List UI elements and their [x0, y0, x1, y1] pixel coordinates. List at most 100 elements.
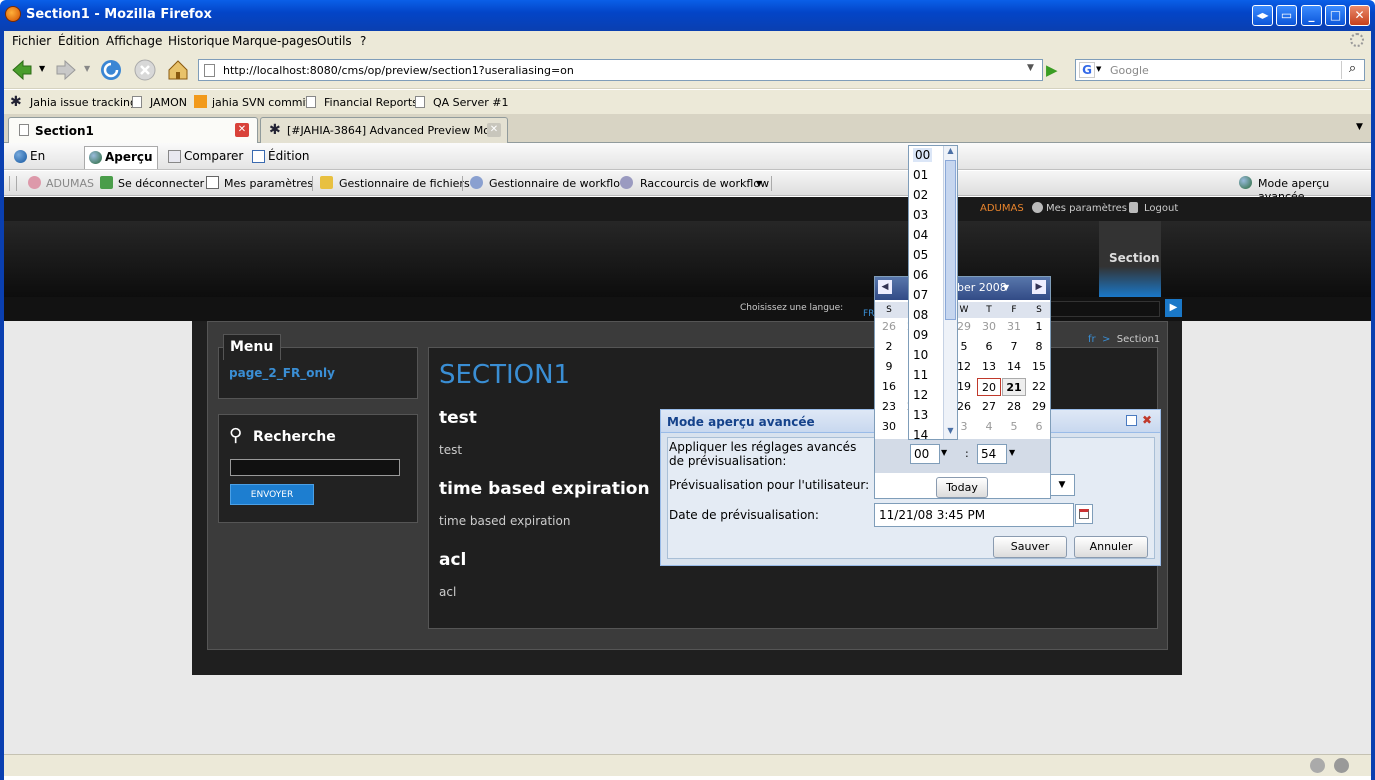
close-tab-icon[interactable]: ✕ — [487, 123, 501, 137]
scrollbar[interactable]: ▲ ▼ — [943, 146, 957, 439]
back-dropdown-icon[interactable]: ▼ — [39, 64, 45, 73]
calendar-day[interactable]: 31 — [1002, 318, 1026, 336]
calendar-day[interactable]: 23 — [877, 398, 901, 416]
hour-option[interactable]: 03 — [913, 208, 928, 222]
workflow-manager-link[interactable]: Gestionnaire de workflow — [489, 177, 629, 190]
close-tab-icon[interactable]: ✕ — [235, 123, 249, 137]
tab-comparer[interactable]: Comparer — [164, 146, 243, 169]
tab-comparer-label[interactable]: Comparer — [184, 149, 243, 163]
bookmark-qa-server[interactable]: QA Server #1 — [433, 96, 508, 109]
tab-apercu[interactable]: Aperçu — [84, 146, 158, 169]
tab-section1[interactable]: Section1 ✕ — [8, 117, 258, 143]
nav-tab-section[interactable]: Section — [1099, 221, 1161, 297]
calendar-day[interactable]: 2 — [877, 338, 901, 356]
search-bar[interactable]: G ▼ Google ⌕ — [1075, 59, 1365, 81]
cancel-button[interactable]: Annuler — [1074, 536, 1148, 558]
close-button[interactable]: ✕ — [1349, 5, 1370, 26]
calendar-day[interactable]: 30 — [877, 418, 901, 436]
tab-label[interactable]: [#JAHIA-3864] Advanced Preview Mo... — [287, 124, 500, 137]
restore-down-icon[interactable]: ◂▸ — [1252, 5, 1273, 26]
maximize-button[interactable]: □ — [1325, 5, 1346, 26]
calendar-day[interactable]: 22 — [1027, 378, 1051, 396]
hour-option[interactable]: 00 — [913, 148, 933, 162]
google-icon[interactable]: G — [1079, 62, 1095, 78]
calendar-icon[interactable] — [1079, 509, 1089, 519]
hour-option[interactable]: 02 — [913, 188, 928, 202]
calendar-day[interactable]: 28 — [1002, 398, 1026, 416]
tab-label[interactable]: Section1 — [35, 124, 94, 138]
search-submit-button[interactable]: ENVOYER — [230, 484, 314, 505]
calendar-day[interactable]: 6 — [977, 338, 1001, 356]
calendar-day[interactable]: 26 — [877, 318, 901, 336]
month-label[interactable]: ber 2008 — [957, 281, 1007, 294]
site-settings-link[interactable]: Mes paramètres — [1046, 203, 1127, 214]
menu-fichier[interactable]: Fichier — [12, 34, 51, 48]
no-script-icon[interactable] — [1334, 758, 1349, 773]
menu-affichage[interactable]: Affichage — [106, 34, 162, 48]
address-bar[interactable]: http://localhost:8080/cms/op/preview/sec… — [198, 59, 1043, 81]
user-combo-trigger[interactable]: ▼ — [1049, 474, 1075, 496]
hour-option[interactable]: 12 — [913, 388, 928, 402]
hour-select[interactable]: 00 — [910, 444, 940, 464]
menu-marque-pages[interactable]: Marque-pages — [232, 34, 318, 48]
tab-apercu-label[interactable]: Aperçu — [105, 150, 153, 164]
menu-help[interactable]: ? — [360, 34, 366, 48]
calendar-day[interactable]: 8 — [1027, 338, 1051, 356]
tab-edition[interactable]: Édition — [248, 146, 310, 169]
forward-dropdown-icon[interactable]: ▼ — [84, 64, 90, 73]
tab-list-icon[interactable]: ▼ — [1356, 122, 1363, 132]
calendar-day[interactable]: 29 — [1027, 398, 1051, 416]
calendar-day[interactable]: 20 — [977, 378, 1001, 396]
hour-option[interactable]: 13 — [913, 408, 928, 422]
tab-jahia-3864[interactable]: ✱ [#JAHIA-3864] Advanced Preview Mo... ✕ — [260, 117, 508, 143]
scroll-up-icon[interactable]: ▲ — [944, 146, 957, 158]
hour-option[interactable]: 07 — [913, 288, 928, 302]
hour-option[interactable]: 11 — [913, 368, 928, 382]
minute-dropdown-icon[interactable]: ▼ — [1009, 448, 1015, 457]
hour-option[interactable]: 04 — [913, 228, 928, 242]
bookmark-jamon[interactable]: JAMON — [150, 96, 187, 109]
date-picker-trigger[interactable] — [1075, 504, 1093, 524]
minute-select[interactable]: 54 — [977, 444, 1007, 464]
next-month-icon[interactable]: ▶ — [1032, 280, 1046, 294]
scroll-thumb[interactable] — [945, 160, 956, 320]
bookmark-financial-reports[interactable]: Financial Reports — [324, 96, 418, 109]
workflow-shortcuts-menu[interactable]: Raccourcis de workflow — [640, 177, 769, 190]
calendar-day[interactable]: 5 — [1002, 418, 1026, 436]
prev-month-icon[interactable]: ◀ — [878, 280, 892, 294]
breadcrumb-home[interactable]: fr — [1088, 334, 1096, 345]
site-search-input[interactable] — [1050, 301, 1160, 317]
chevron-down-icon[interactable]: ▼ — [756, 179, 762, 188]
url-text[interactable]: http://localhost:8080/cms/op/preview/sec… — [223, 64, 574, 77]
hour-option[interactable]: 01 — [913, 168, 928, 182]
search-input[interactable] — [230, 459, 400, 476]
tab-edition-label[interactable]: Édition — [268, 149, 310, 163]
bookmark-jahia-issue-tracking[interactable]: Jahia issue tracking — [30, 96, 137, 109]
reload-icon[interactable] — [99, 58, 123, 82]
calendar-day[interactable]: 15 — [1027, 358, 1051, 376]
go-icon[interactable]: ▶ — [1046, 60, 1066, 80]
search-engine-dropdown-icon[interactable]: ▼ — [1096, 65, 1101, 73]
back-icon[interactable] — [10, 58, 34, 82]
site-username[interactable]: ADUMAS — [980, 203, 1024, 214]
file-manager-link[interactable]: Gestionnaire de fichiers — [339, 177, 470, 190]
logout-link[interactable]: Se déconnecter — [118, 177, 204, 190]
menu-outils[interactable]: Outils — [317, 34, 352, 48]
hour-option[interactable]: 05 — [913, 248, 928, 262]
home-icon[interactable] — [166, 58, 190, 82]
settings-link[interactable]: Mes paramètres — [224, 177, 313, 190]
calendar-day[interactable]: 16 — [877, 378, 901, 396]
scroll-down-icon[interactable]: ▼ — [944, 426, 957, 438]
calendar-day[interactable]: 4 — [977, 418, 1001, 436]
hour-option[interactable]: 09 — [913, 328, 928, 342]
tile-icon[interactable]: ▭ — [1276, 5, 1297, 26]
stop-icon[interactable] — [133, 58, 157, 82]
search-placeholder[interactable]: Google — [1110, 64, 1149, 77]
hour-option[interactable]: 14 — [913, 428, 928, 442]
maximize-icon[interactable] — [1126, 415, 1137, 426]
nav-section-label[interactable]: Section — [1109, 251, 1160, 265]
menu-historique[interactable]: Historique — [168, 34, 230, 48]
calendar-day[interactable]: 7 — [1002, 338, 1026, 356]
calendar-day[interactable]: 1 — [1027, 318, 1051, 336]
site-logout-link[interactable]: Logout — [1144, 203, 1178, 214]
